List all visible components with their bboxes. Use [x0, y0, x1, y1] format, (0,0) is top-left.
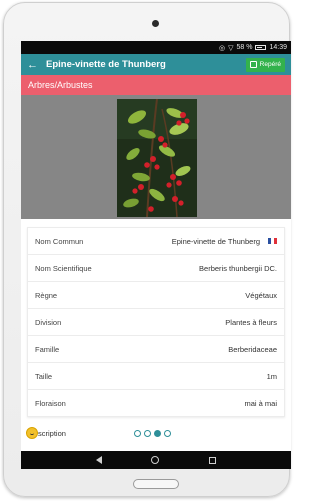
checkbox-icon: [249, 61, 257, 68]
detail-value: 1m: [266, 371, 277, 381]
detail-label: Division: [35, 317, 62, 327]
clock: 14:39: [269, 44, 287, 51]
detail-label: Famille: [35, 344, 60, 354]
carousel-indicator: [134, 430, 171, 437]
smiley-icon: [26, 427, 38, 439]
camera-icon: [152, 20, 159, 27]
repere-button-label: Repéré: [259, 61, 281, 68]
detail-value: mai à mai: [244, 399, 277, 408]
photo-area: [21, 95, 291, 219]
carousel-dot-active[interactable]: [154, 430, 161, 437]
repere-button[interactable]: Repéré: [245, 57, 285, 72]
screen: ◎ ▽ 58 % 14:39 ← Epine-vinette de Thunbe…: [21, 41, 291, 469]
category-bar: Arbres/Arbustes: [21, 75, 291, 95]
description-header[interactable]: scription: [26, 427, 66, 439]
detail-row-taille: Taille 1m: [28, 363, 284, 390]
detail-label: Floraison: [35, 399, 66, 408]
system-nav-bar: [21, 451, 291, 469]
detail-value: Epine-vinette de Thunberg: [171, 236, 260, 246]
flag-fr-icon[interactable]: [268, 238, 277, 244]
detail-row-famille: Famille Berberidaceae: [28, 336, 284, 363]
detail-value: Plantes à fleurs: [225, 317, 277, 327]
back-arrow-icon[interactable]: ←: [27, 59, 38, 71]
battery-percent: 58 %: [236, 44, 253, 51]
detail-label: Nom Scientifique: [35, 263, 92, 273]
detail-row-nom-commun: Nom Commun Epine-vinette de Thunberg: [28, 228, 284, 255]
nav-back-icon[interactable]: [95, 456, 102, 464]
detail-label: Règne: [35, 290, 58, 300]
detail-row-regne: Règne Végétaux: [28, 282, 284, 309]
details-card: Nom Commun Epine-vinette de Thunberg Nom…: [27, 227, 285, 417]
nav-home-icon[interactable]: [151, 456, 160, 464]
detail-value: Berberis thunbergii DC.: [199, 263, 277, 273]
nav-recent-apps-icon[interactable]: [209, 456, 217, 464]
battery-icon: [255, 45, 267, 50]
status-bar: ◎ ▽ 58 % 14:39: [21, 41, 291, 54]
plant-photo[interactable]: [117, 99, 197, 217]
detail-label: Nom Commun: [35, 236, 84, 246]
carousel-dot[interactable]: [134, 430, 141, 437]
detail-row-floraison: Floraison mai à mai: [28, 390, 284, 417]
detail-value: Végétaux: [245, 290, 277, 300]
category-label: Arbres/Arbustes: [28, 80, 93, 90]
app-bar: ← Epine-vinette de Thunberg Repéré: [21, 54, 291, 75]
content-panel: Nom Commun Epine-vinette de Thunberg Nom…: [21, 219, 291, 451]
tablet-frame: ◎ ▽ 58 % 14:39 ← Epine-vinette de Thunbe…: [3, 2, 291, 497]
signal-icon: ◎: [219, 44, 226, 52]
device-home-button[interactable]: [133, 479, 179, 489]
detail-row-nom-scientifique: Nom Scientifique Berberis thunbergii DC.: [28, 255, 284, 282]
page-title: Epine-vinette de Thunberg: [46, 59, 166, 70]
detail-row-division: Division Plantes à fleurs: [28, 309, 284, 336]
wifi-icon: ▽: [228, 44, 234, 52]
detail-label: Taille: [35, 371, 53, 381]
plant-photo-image: [117, 99, 197, 217]
carousel-dot[interactable]: [164, 430, 171, 437]
description-label: scription: [38, 428, 66, 438]
detail-value: Berberidaceae: [228, 344, 277, 354]
carousel-dot[interactable]: [144, 430, 151, 437]
